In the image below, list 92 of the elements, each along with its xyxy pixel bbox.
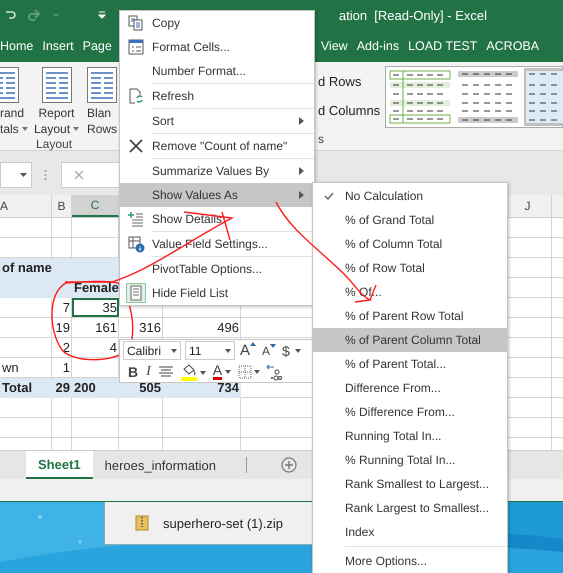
sheet-tab[interactable]: heroes_information xyxy=(92,457,247,473)
menu-item[interactable]: Rank Largest to Smallest... xyxy=(313,496,507,520)
menu-item[interactable]: Copy xyxy=(120,11,314,35)
table-cell-text: of name xyxy=(1,259,52,277)
table-cell: 35 xyxy=(72,298,119,317)
table-cell-text: 734 xyxy=(216,379,240,397)
menu-item[interactable]: No Calculation xyxy=(313,184,507,208)
table-cell-text: 316 xyxy=(138,319,162,337)
caret-icon[interactable] xyxy=(294,348,301,352)
table-cell-text: 4 xyxy=(108,339,118,357)
decrease-decimal-icon[interactable] xyxy=(266,362,282,380)
toolbar-button[interactable]: A xyxy=(239,342,258,359)
font-color-button[interactable]: A xyxy=(212,363,232,380)
menu-item[interactable]: Refresh xyxy=(120,84,314,108)
menu-item[interactable]: % of Row Total xyxy=(313,256,507,280)
format-cells-icon xyxy=(128,39,144,55)
table-cell-text: 19 xyxy=(54,319,71,337)
table-cell-text: 2 xyxy=(62,339,71,357)
table-layout-icon xyxy=(42,66,72,104)
font-name-field[interactable]: Calibri xyxy=(123,341,181,360)
grip-icon xyxy=(44,169,47,181)
menu-item[interactable]: Number Format... xyxy=(120,59,314,83)
ribbon-tab[interactable]: LOAD TEST xyxy=(408,39,478,53)
fill-color-icon[interactable] xyxy=(180,362,206,380)
menu-item[interactable]: Value Field Settings... xyxy=(120,232,314,256)
table-cell-text: wn xyxy=(1,359,20,377)
ribbon-option[interactable]: d Rows xyxy=(318,74,362,89)
menu-item[interactable]: % of Grand Total xyxy=(313,208,507,232)
align-center-icon[interactable] xyxy=(158,364,174,378)
show-details-icon xyxy=(128,211,144,227)
menu-item[interactable]: Difference From... xyxy=(313,376,507,400)
menu-item[interactable]: % Difference From... xyxy=(313,400,507,424)
column-header[interactable]: C xyxy=(72,195,119,217)
menu-item[interactable]: Remove "Count of name" xyxy=(120,134,314,158)
table-layout-icon xyxy=(87,66,118,104)
undo-icon[interactable] xyxy=(4,8,16,22)
table-cell-text: 505 xyxy=(138,379,162,397)
refresh-icon xyxy=(128,88,144,104)
ribbon-option[interactable]: d Columns xyxy=(318,103,380,118)
ribbon-tab[interactable]: Home xyxy=(0,39,34,53)
menu-item[interactable]: Hide Field List xyxy=(120,281,314,305)
window-title: ation [Read-Only] - Excel xyxy=(338,8,487,22)
menu-item[interactable]: % of Column Total xyxy=(313,232,507,256)
menu-item[interactable]: Rank Smallest to Largest... xyxy=(313,472,507,496)
group-label: s xyxy=(318,132,326,148)
ribbon-tab[interactable]: ACROBA xyxy=(486,39,540,53)
ribbon-tab[interactable]: Insert xyxy=(42,39,74,53)
table-cell-text: 161 xyxy=(94,319,118,337)
font-size-field[interactable]: 11 xyxy=(185,341,235,360)
table-cell-text: Total xyxy=(1,379,34,397)
menu-item[interactable]: % Running Total In... xyxy=(313,448,507,472)
copy-icon xyxy=(128,15,144,31)
table-cell-text: 29 xyxy=(54,379,71,397)
file-name[interactable]: superhero-set (1).zip xyxy=(163,516,283,530)
menu-item[interactable]: Show Details xyxy=(120,207,314,231)
menu-item[interactable]: % of Parent Column Total xyxy=(313,328,507,352)
sheet-tab[interactable]: Sheet1 xyxy=(26,451,93,479)
field-list-icon xyxy=(126,283,146,303)
table-cell-text: Female xyxy=(73,279,119,297)
customize-icon[interactable] xyxy=(98,10,106,20)
menu-item[interactable]: % of Parent Row Total xyxy=(313,304,507,328)
table-cell-text: 7 xyxy=(62,299,71,317)
ribbon-button[interactable]: rand tals xyxy=(0,66,26,137)
menu-item[interactable]: Index xyxy=(313,520,507,544)
ribbon-button[interactable]: Blan Rows xyxy=(87,66,120,137)
zip-folder-icon xyxy=(135,515,149,531)
menu-item[interactable]: % of Parent Total... xyxy=(313,352,507,376)
ribbon-tab[interactable]: View xyxy=(320,39,348,53)
style-gallery-drawing[interactable] xyxy=(385,66,563,128)
italic-button[interactable]: I xyxy=(145,364,152,380)
toolbar-button[interactable]: A xyxy=(261,344,278,358)
group-label: Layout xyxy=(35,137,74,153)
remove-icon xyxy=(128,138,144,154)
check-icon xyxy=(324,192,334,200)
toolbar-button[interactable]: $ xyxy=(281,342,291,358)
menu-item[interactable]: Running Total In... xyxy=(313,424,507,448)
table-cell-text: 1 xyxy=(62,359,71,377)
menu-item[interactable]: PivotTable Options... xyxy=(120,257,314,281)
field-settings-icon xyxy=(128,236,144,252)
menu-item[interactable]: Format Cells... xyxy=(120,35,314,59)
column-header[interactable]: A xyxy=(0,195,52,217)
borders-icon[interactable] xyxy=(238,364,260,378)
menu-item[interactable]: Sort xyxy=(120,109,314,133)
ribbon-tab[interactable]: Add-ins xyxy=(356,39,400,53)
table-cell-text: 496 xyxy=(216,319,240,337)
menu-item[interactable]: Show Values As xyxy=(120,183,314,207)
menu-item[interactable]: Summarize Values By xyxy=(120,159,314,183)
add-sheet-icon[interactable] xyxy=(280,457,297,473)
bold-button[interactable]: B xyxy=(127,364,140,380)
ribbon-tab[interactable]: Page xyxy=(82,39,112,53)
ribbon-button[interactable]: Report Layout xyxy=(34,66,80,137)
table-cell-text: 200 xyxy=(73,379,97,397)
